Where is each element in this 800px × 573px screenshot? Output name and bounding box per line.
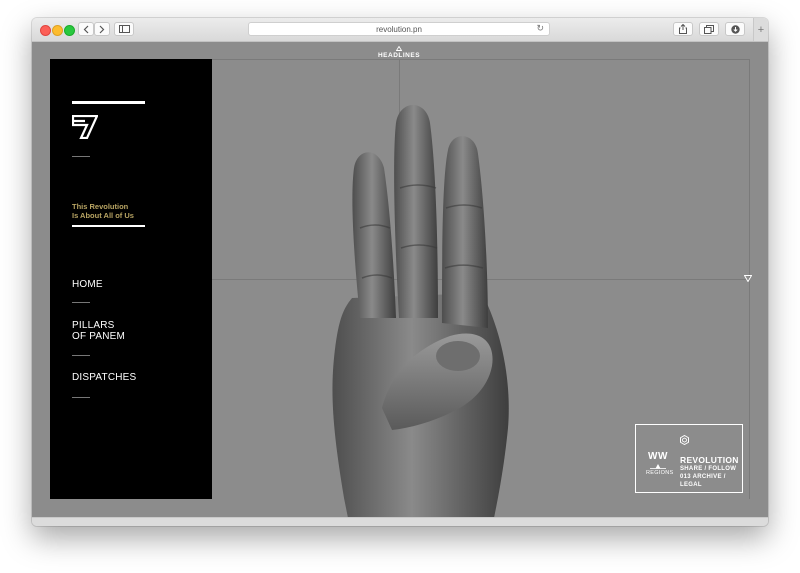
minimize-window-button[interactable]	[52, 25, 63, 36]
tagline: This Revolution Is About All of Us	[72, 202, 134, 220]
share-follow-link[interactable]: SHARE / FOLLOW	[680, 465, 742, 473]
share-button[interactable]	[673, 22, 693, 36]
archive-legal-link[interactable]: 013 ARCHIVE / LEGAL	[680, 473, 742, 489]
close-window-button[interactable]	[40, 25, 51, 36]
nav-item-home-label: HOME	[72, 279, 103, 290]
forward-button[interactable]	[94, 22, 110, 36]
chevron-left-icon	[83, 25, 89, 33]
triangle-up-icon	[650, 464, 666, 469]
info-title: REVOLUTION	[680, 455, 739, 465]
back-button[interactable]	[78, 22, 94, 36]
revolution-logo-icon[interactable]	[72, 115, 98, 139]
nav-item-dispatches[interactable]: DISPATCHES	[72, 372, 136, 383]
downloads-button[interactable]	[725, 22, 745, 36]
browser-bottom-bar	[32, 517, 768, 526]
info-links: REVOLUTION SHARE / FOLLOW 013 ARCHIVE / …	[680, 455, 742, 489]
sidebar-divider	[72, 156, 90, 157]
tagline-line-1: This Revolution	[72, 202, 129, 211]
triangle-up-icon	[396, 46, 402, 51]
address-text: revolution.pn	[376, 24, 422, 34]
share-icon	[679, 24, 687, 34]
browser-toolbar: revolution.pn ↻ +	[32, 18, 768, 42]
new-tab-button[interactable]: +	[753, 18, 768, 41]
browser-window: revolution.pn ↻ + HEADLINES This Revolut…	[32, 18, 768, 526]
nav-item-pillars-line-2: OF PANEM	[72, 331, 126, 342]
hexagon-icon	[680, 435, 689, 445]
regions-selector[interactable]: WW REGIONS	[646, 451, 674, 476]
download-icon	[730, 24, 740, 34]
tagline-underline	[72, 225, 145, 227]
triangle-down-icon[interactable]	[744, 275, 752, 282]
region-code: WW	[648, 451, 668, 462]
tabs-button[interactable]	[699, 22, 719, 36]
nav-divider	[72, 355, 90, 356]
headlines-link[interactable]: HEADLINES	[372, 46, 426, 59]
nav-divider	[72, 397, 90, 398]
web-page: HEADLINES This Revolution Is About All o…	[32, 42, 768, 517]
tabs-icon	[704, 24, 714, 34]
sidebar-toggle-button[interactable]	[114, 22, 134, 36]
three-finger-salute-image	[332, 104, 509, 517]
nav-item-dispatches-label: DISPATCHES	[72, 372, 137, 383]
sidebar-top-rule	[72, 101, 145, 104]
nav-divider	[72, 302, 90, 303]
address-bar[interactable]: revolution.pn ↻	[248, 22, 550, 36]
tagline-line-2: Is About All of Us	[72, 211, 134, 220]
zoom-window-button[interactable]	[64, 25, 75, 36]
chevron-right-icon	[99, 25, 105, 33]
sidebar-panel: This Revolution Is About All of Us HOME …	[50, 59, 212, 499]
nav-item-pillars-line-1: PILLARS	[72, 320, 115, 331]
regions-label: REGIONS	[646, 470, 674, 476]
nav-item-home[interactable]: HOME	[72, 279, 103, 290]
sidebar-icon	[118, 25, 130, 33]
reload-icon[interactable]: ↻	[536, 23, 544, 34]
headlines-label: HEADLINES	[377, 52, 421, 59]
nav-item-pillars-of-panem[interactable]: PILLARS OF PANEM	[72, 320, 125, 342]
info-box: WW REGIONS REVOLUTION SHARE / FOLLOW 013…	[635, 424, 743, 493]
